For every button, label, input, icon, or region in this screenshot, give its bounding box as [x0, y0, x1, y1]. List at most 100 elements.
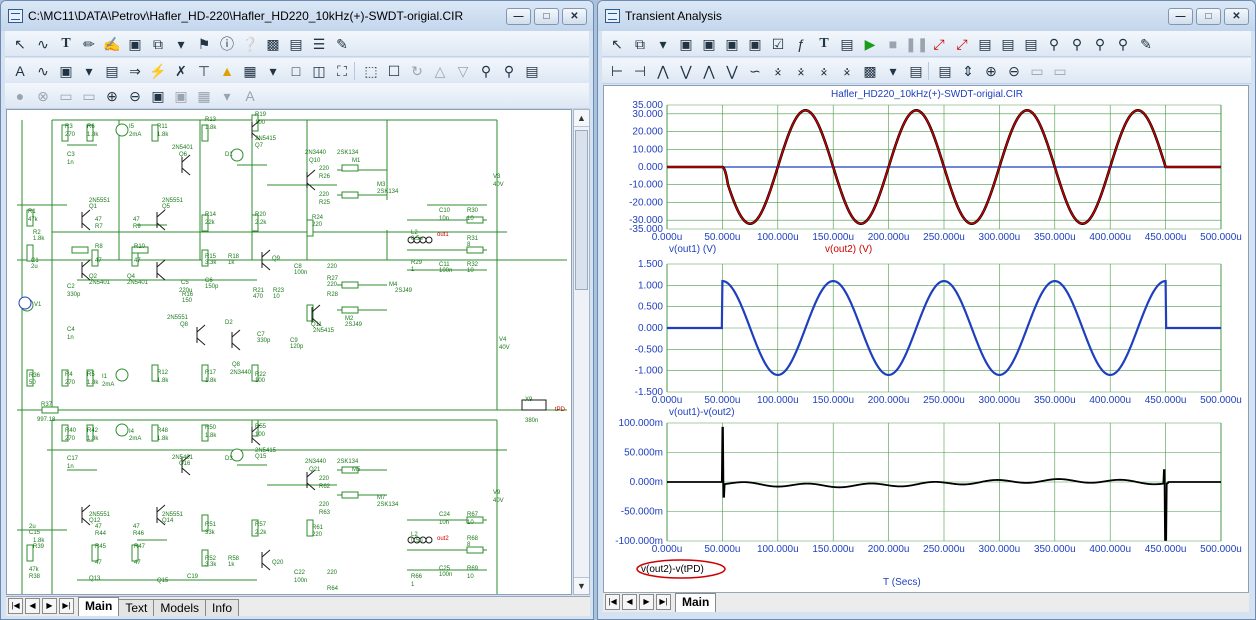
- align-icon[interactable]: ▤: [934, 60, 956, 82]
- cursor-mode-icon[interactable]: ⊢: [606, 60, 628, 82]
- cursor-left-icon[interactable]: ⤢: [928, 33, 950, 55]
- pause-icon[interactable]: ❚❚: [905, 33, 928, 55]
- library-icon[interactable]: ▤: [521, 60, 543, 82]
- grid-icon[interactable]: ▦: [239, 60, 261, 82]
- cursor-right-icon[interactable]: ⤢: [951, 33, 973, 55]
- pins-icon[interactable]: ⊤: [193, 60, 215, 82]
- group-icon[interactable]: ▭: [1026, 60, 1048, 82]
- tab-main[interactable]: Main: [675, 593, 717, 612]
- flip-icon[interactable]: ▽: [452, 60, 474, 82]
- tab-models[interactable]: Models: [153, 599, 207, 616]
- minimize-button[interactable]: —: [1168, 8, 1193, 25]
- node-dropdown-icon[interactable]: ▾: [78, 60, 100, 82]
- peak-icon[interactable]: ▣: [698, 33, 720, 55]
- scroll-thumb[interactable]: [575, 130, 588, 290]
- last-page-icon[interactable]: ▶|: [59, 598, 74, 614]
- select-arrow-icon[interactable]: ↖: [606, 33, 628, 55]
- zoom-out-icon[interactable]: ⊖: [1003, 60, 1025, 82]
- zoom-100-icon[interactable]: ▣: [147, 85, 169, 107]
- help-icon[interactable]: ❔: [239, 33, 261, 55]
- global-high-icon[interactable]: ⨰: [767, 60, 789, 82]
- maximize-button[interactable]: □: [1196, 8, 1221, 25]
- group-icon[interactable]: ▭: [55, 85, 77, 107]
- first-page-icon[interactable]: |◀: [605, 594, 620, 610]
- mirror-icon[interactable]: △: [429, 60, 451, 82]
- close-button[interactable]: ✕: [562, 8, 587, 25]
- top-icon[interactable]: ⨰: [813, 60, 835, 82]
- last-page-icon[interactable]: ▶|: [656, 594, 671, 610]
- maximize-button[interactable]: □: [534, 8, 559, 25]
- flag-icon[interactable]: ⚑: [193, 33, 215, 55]
- current-icon[interactable]: ⇒: [124, 60, 146, 82]
- attribute-text-icon[interactable]: A: [9, 60, 31, 82]
- bottom-icon[interactable]: ⨰: [836, 60, 858, 82]
- forward-icon[interactable]: ●: [9, 85, 31, 107]
- slope-icon[interactable]: ▣: [744, 33, 766, 55]
- pencil-icon[interactable]: ✏: [78, 33, 100, 55]
- zoom-reset-icon[interactable]: ⚲: [1112, 33, 1134, 55]
- package-icon[interactable]: ▩: [262, 33, 284, 55]
- node-numbers-icon[interactable]: ▣: [55, 60, 77, 82]
- transient-titlebar[interactable]: Transient Analysis — □ ✕: [598, 1, 1255, 31]
- ungroup-icon[interactable]: ▭: [1049, 60, 1071, 82]
- zoom-y-icon[interactable]: ⚲: [1066, 33, 1088, 55]
- scroll-up-arrow-icon[interactable]: ▲: [574, 110, 589, 127]
- formula-icon[interactable]: ƒ: [790, 33, 812, 55]
- peak-find-icon[interactable]: ⋀: [652, 60, 674, 82]
- close-button[interactable]: ✕: [1224, 8, 1249, 25]
- component-icon[interactable]: ▣: [124, 33, 146, 55]
- voltage-icon[interactable]: ▤: [101, 60, 123, 82]
- find-icon[interactable]: ⚲: [475, 60, 497, 82]
- text-tool-icon[interactable]: T: [55, 33, 77, 55]
- next-page-icon[interactable]: ▶: [42, 598, 57, 614]
- copy-icon[interactable]: ⧉: [629, 33, 651, 55]
- copy-icon[interactable]: ⧉: [147, 33, 169, 55]
- low-icon[interactable]: ⋁: [721, 60, 743, 82]
- tab-main[interactable]: Main: [78, 597, 120, 616]
- tab-info[interactable]: Info: [205, 599, 240, 616]
- properties-icon[interactable]: ▤: [836, 33, 858, 55]
- binoculars-icon[interactable]: ⚲: [498, 60, 520, 82]
- numeric-icon[interactable]: ▤: [1020, 33, 1042, 55]
- next-point-icon[interactable]: ⊣: [629, 60, 651, 82]
- tile-icon[interactable]: ▦: [193, 85, 215, 107]
- scale-icon[interactable]: ▣: [675, 33, 697, 55]
- zoom-x-icon[interactable]: ⚲: [1043, 33, 1065, 55]
- list-icon[interactable]: ☰: [308, 33, 330, 55]
- panel-icon[interactable]: ▤: [974, 33, 996, 55]
- select-arrow-icon[interactable]: ↖: [9, 33, 31, 55]
- stop-icon[interactable]: ⊗: [32, 85, 54, 107]
- zoom-area-icon[interactable]: ⚲: [1089, 33, 1111, 55]
- power-icon[interactable]: ⚡: [147, 60, 169, 82]
- attribute-wave-icon[interactable]: ∿: [32, 60, 54, 82]
- global-low-icon[interactable]: ⨰: [790, 60, 812, 82]
- prev-page-icon[interactable]: ◀: [622, 594, 637, 610]
- zoom-in-icon[interactable]: ⊕: [101, 85, 123, 107]
- prev-page-icon[interactable]: ◀: [25, 598, 40, 614]
- valley-icon[interactable]: ▣: [721, 33, 743, 55]
- dropdown-icon[interactable]: ▾: [170, 33, 192, 55]
- inflection-icon[interactable]: ∽: [744, 60, 766, 82]
- conditions-icon[interactable]: ✗: [170, 60, 192, 82]
- checkbox-icon[interactable]: ☐: [383, 60, 405, 82]
- scroll-down-arrow-icon[interactable]: ▼: [574, 577, 589, 594]
- dropdown-icon[interactable]: ▾: [652, 33, 674, 55]
- high-icon[interactable]: ⋀: [698, 60, 720, 82]
- page-icon[interactable]: □: [285, 60, 307, 82]
- minimize-button[interactable]: —: [506, 8, 531, 25]
- zoom-in-icon[interactable]: ⊕: [980, 60, 1002, 82]
- next-page-icon[interactable]: ▶: [639, 594, 654, 610]
- table-icon[interactable]: ▤: [997, 33, 1019, 55]
- font-icon[interactable]: A: [239, 85, 261, 107]
- valley-find-icon[interactable]: ⋁: [675, 60, 697, 82]
- export-dropdown-icon[interactable]: ▾: [882, 60, 904, 82]
- zoom-out-icon[interactable]: ⊖: [124, 85, 146, 107]
- data-points-icon[interactable]: ▤: [905, 60, 927, 82]
- schematic-titlebar[interactable]: C:\MC11\DATA\Petrov\Hafler_HD-220\Hafler…: [1, 1, 593, 31]
- select-box-icon[interactable]: ⬚: [360, 60, 382, 82]
- tag-icon[interactable]: ⇕: [957, 60, 979, 82]
- settings-icon[interactable]: ✎: [1135, 33, 1157, 55]
- schematic-vertical-scrollbar[interactable]: ▲ ▼: [573, 109, 590, 595]
- tab-text[interactable]: Text: [118, 599, 155, 616]
- stop-icon[interactable]: ■: [882, 33, 904, 55]
